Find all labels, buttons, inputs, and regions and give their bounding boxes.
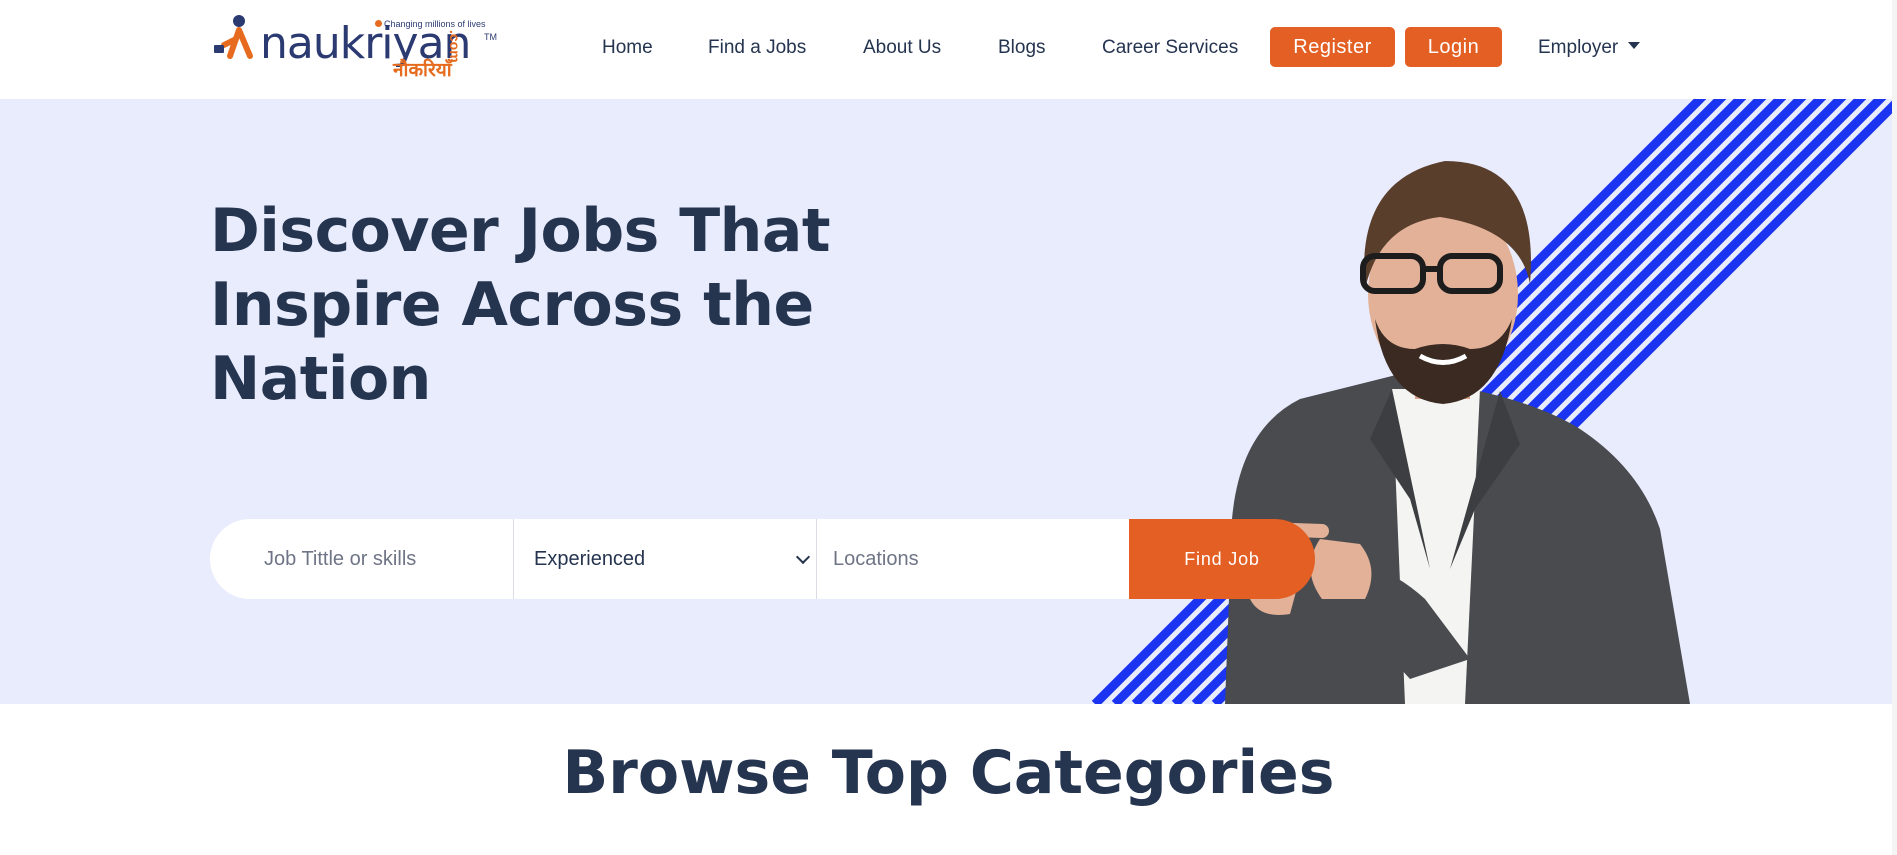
hero-headline: Discover Jobs That Inspire Across the Na… — [210, 196, 831, 414]
logo-hindi-name: नौकरियाँ — [393, 60, 452, 81]
brand-logo[interactable]: Changing millions of lives naukriyan नौक… — [210, 12, 500, 82]
job-title-input[interactable] — [210, 519, 513, 599]
find-job-button[interactable]: Find Job — [1129, 519, 1315, 599]
logo-trademark: TM — [484, 32, 497, 42]
nav-blogs[interactable]: Blogs — [998, 36, 1046, 60]
chevron-down-icon — [795, 549, 811, 565]
experience-select[interactable]: Experienced — [513, 519, 816, 599]
nav-career-services[interactable]: Career Services — [1102, 36, 1238, 60]
page-scrollbar[interactable] — [1892, 0, 1897, 855]
nav-find-jobs[interactable]: Find a Jobs — [708, 36, 806, 60]
caret-down-icon — [1628, 42, 1641, 49]
site-header: Changing millions of lives naukriyan नौक… — [0, 0, 1897, 99]
browse-categories-heading: Browse Top Categories — [562, 738, 1335, 808]
hero-section: Discover Jobs That Inspire Across the Na… — [0, 99, 1892, 704]
job-search-form: Experienced Find Job — [210, 519, 1315, 599]
login-button[interactable]: Login — [1405, 27, 1502, 67]
experience-selected-value: Experienced — [534, 547, 646, 570]
employer-dropdown[interactable]: Employer — [1538, 36, 1641, 60]
logo-suffix: .com — [447, 30, 463, 63]
nav-home[interactable]: Home — [602, 36, 653, 60]
location-input[interactable] — [816, 519, 1129, 599]
nav-about-us[interactable]: About Us — [863, 36, 941, 60]
register-button[interactable]: Register — [1270, 27, 1395, 67]
logo-figure-icon — [214, 15, 253, 59]
employer-label: Employer — [1538, 37, 1619, 58]
